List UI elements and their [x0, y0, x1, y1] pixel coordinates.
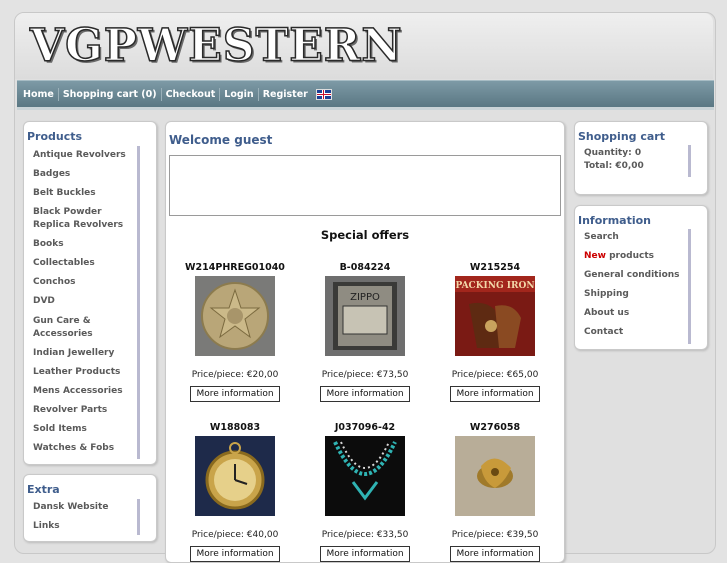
nav-register[interactable]: Register	[259, 88, 312, 101]
more-information-button[interactable]: More information	[320, 386, 410, 402]
product-code: B-084224	[339, 262, 391, 273]
information-title: Information	[578, 214, 651, 227]
menu-item-leather-products[interactable]: Leather Products	[33, 366, 133, 379]
menu-item-black-powder[interactable]: Black Powder Replica Revolvers	[33, 206, 133, 232]
more-information-button[interactable]: More information	[320, 546, 410, 562]
cart-scrollbar[interactable]	[688, 145, 691, 177]
info-item-new-products[interactable]: New products	[584, 250, 684, 263]
nav-home[interactable]: Home	[17, 87, 59, 101]
menu-item-belt-buckles[interactable]: Belt Buckles	[33, 187, 133, 200]
header: VGPWESTERN	[15, 13, 713, 79]
info-item-products-label: products	[609, 251, 655, 261]
more-information-button[interactable]: More information	[190, 386, 280, 402]
pocket-watch-image[interactable]	[195, 436, 275, 516]
new-label: New	[584, 251, 606, 261]
svg-text:PACKING IRON: PACKING IRON	[455, 281, 534, 291]
extra-title: Extra	[27, 483, 60, 496]
products-scrollbar[interactable]	[137, 146, 140, 459]
product-card: J037096-42 Price/piece: €33,50 More info…	[305, 422, 425, 562]
welcome-message-box	[169, 155, 561, 216]
product-code: J037096-42	[334, 422, 396, 433]
product-card: W214PHREG01040 Price/piece: €20,00 More …	[175, 262, 295, 402]
regulator-badge-image[interactable]	[195, 276, 275, 356]
menu-item-mens-accessories[interactable]: Mens Accessories	[33, 385, 133, 398]
menu-item-books[interactable]: Books	[33, 238, 133, 251]
info-item-shipping[interactable]: Shipping	[584, 288, 684, 301]
info-item-general-conditions[interactable]: General conditions	[584, 269, 684, 282]
more-information-button[interactable]: More information	[450, 386, 540, 402]
menu-item-indian-jewellery[interactable]: Indian Jewellery	[33, 347, 133, 360]
information-box: Information Search New products General …	[574, 205, 708, 350]
uk-flag-icon[interactable]	[315, 88, 332, 100]
svg-text:ZIPPO: ZIPPO	[350, 292, 380, 303]
information-scrollbar[interactable]	[688, 229, 691, 344]
info-item-search[interactable]: Search	[584, 231, 684, 244]
product-card: W188083 Price/piece: €40,00 More informa…	[175, 422, 295, 562]
products-title: Products	[27, 130, 83, 143]
shopping-cart-title: Shopping cart	[578, 130, 665, 143]
extra-scrollbar[interactable]	[137, 499, 140, 535]
product-code: W188083	[209, 422, 261, 433]
product-price: Price/piece: €39,50	[451, 530, 539, 540]
info-item-about-us[interactable]: About us	[584, 307, 684, 320]
product-price: Price/piece: €33,50	[321, 530, 409, 540]
main-nav: Home Shopping cart (0) Checkout Login Re…	[17, 80, 714, 110]
menu-item-dansk-website[interactable]: Dansk Website	[33, 501, 133, 514]
extra-box: Extra Dansk Website Links	[23, 474, 157, 542]
menu-item-dvd[interactable]: DVD	[33, 295, 133, 308]
menu-item-links[interactable]: Links	[33, 520, 133, 533]
menu-item-revolver-parts[interactable]: Revolver Parts	[33, 404, 133, 417]
menu-item-badges[interactable]: Badges	[33, 168, 133, 181]
product-code: W214PHREG01040	[185, 262, 285, 273]
nav-login[interactable]: Login	[220, 87, 259, 101]
product-card: B-084224 ZIPPO Price/piece: €73,50 More …	[305, 262, 425, 402]
menu-item-conchos[interactable]: Conchos	[33, 276, 133, 289]
more-information-button[interactable]: More information	[450, 546, 540, 562]
products-box: Products Antique Revolvers Badges Belt B…	[23, 121, 157, 465]
welcome-heading: Welcome guest	[169, 133, 273, 147]
brass-ornament-image[interactable]	[455, 436, 535, 516]
product-code: W276058	[469, 422, 521, 433]
cart-total: Total: €0,00	[584, 161, 644, 171]
turquoise-necklace-image[interactable]	[325, 436, 405, 516]
product-card: W276058 Price/piece: €39,50 More informa…	[435, 422, 555, 562]
more-information-button[interactable]: More information	[190, 546, 280, 562]
menu-item-collectables[interactable]: Collectables	[33, 257, 133, 270]
product-price: Price/piece: €20,00	[191, 370, 279, 380]
info-item-contact[interactable]: Contact	[584, 326, 684, 339]
special-offers-heading: Special offers	[320, 228, 410, 242]
menu-item-antique-revolvers[interactable]: Antique Revolvers	[33, 149, 133, 162]
menu-item-watches-fobs[interactable]: Watches & Fobs	[33, 442, 133, 455]
product-price: Price/piece: €40,00	[191, 530, 279, 540]
menu-item-sold-items[interactable]: Sold Items	[33, 423, 133, 436]
main-content: Welcome guest Special offers W214PHREG01…	[165, 121, 565, 563]
nav-checkout[interactable]: Checkout	[162, 87, 221, 101]
shopping-cart-box: Shopping cart Quantity: 0 Total: €0,00	[574, 121, 708, 195]
product-price: Price/piece: €73,50	[321, 370, 409, 380]
cart-quantity: Quantity: 0	[584, 148, 642, 158]
product-card: W215254 PACKING IRON Price/piece: €65,00…	[435, 262, 555, 402]
menu-item-gun-care[interactable]: Gun Care & Accessories	[33, 315, 133, 341]
nav-shopping-cart[interactable]: Shopping cart (0)	[59, 87, 162, 101]
product-price: Price/piece: €65,00	[451, 370, 539, 380]
packing-iron-book-image[interactable]: PACKING IRON	[455, 276, 535, 356]
site-logo[interactable]: VGPWESTERN	[29, 19, 403, 73]
product-code: W215254	[469, 262, 521, 273]
zippo-lighter-image[interactable]: ZIPPO	[325, 276, 405, 356]
